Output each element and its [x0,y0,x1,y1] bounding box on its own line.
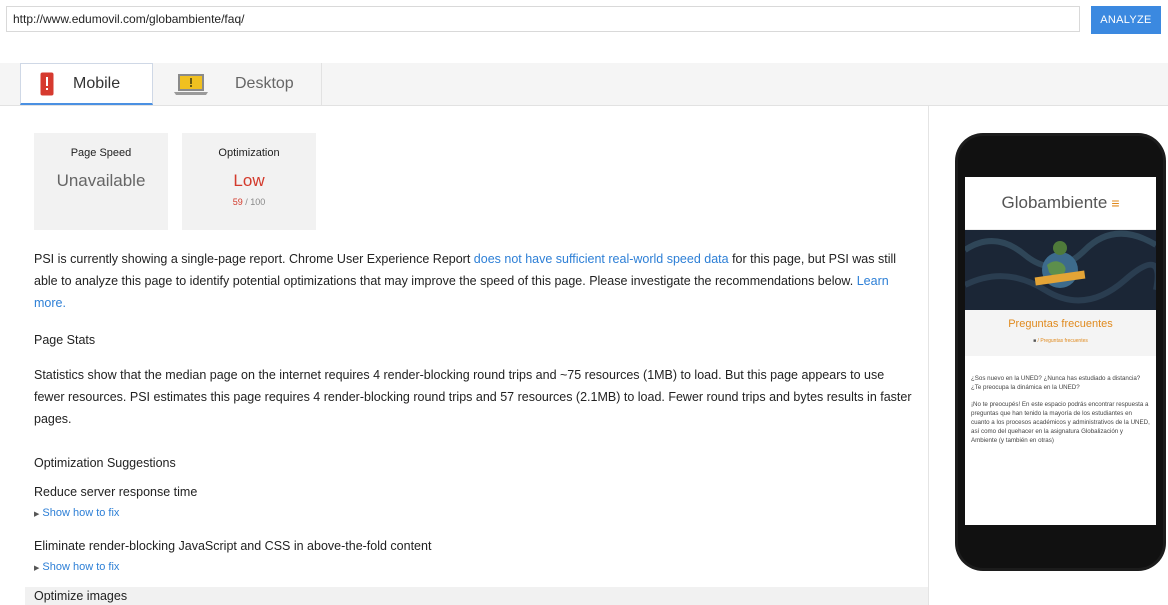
tab-mobile-label: Mobile [73,74,121,92]
device-tabs: Mobile Desktop [0,63,1168,106]
mobile-phone-icon [40,72,54,95]
optimization-score: Optimization Low 59 / 100 [182,133,316,230]
preview-paragraph-1: ¿Sos nuevo en la UNED? ¿Nunca has estudi… [971,375,1141,391]
home-icon: ■ [1033,338,1037,344]
page-stats-heading: Page Stats [34,333,96,347]
page-speed-score: Page Speed Unavailable [34,133,168,230]
optimization-score-number: 59 / 100 [232,197,266,207]
show-how-to-fix-link[interactable]: ▶ Show how to fix [34,507,119,519]
optimization-title: Optimization [218,147,280,159]
preview-title-band: Preguntas frecuentes ■ / Preguntas frecu… [965,310,1156,356]
preview-breadcrumb: ■ / Preguntas frecuentes [1033,338,1088,344]
suggestion-render-blocking[interactable]: Eliminate render-blocking JavaScript and… [34,539,431,553]
preview-screen: Globambiente ≡ Preguntas frecuentes ■ / … [965,177,1156,525]
crux-link[interactable]: does not have sufficient real-world spee… [474,252,729,266]
page-speed-title: Page Speed [70,147,132,159]
triangle-right-icon: ▶ [34,511,40,518]
preview-paragraph-2: ¡No te preocupés! En este espacio podrás… [971,401,1150,444]
preview-hero-image [965,230,1156,310]
tab-desktop[interactable]: Desktop [153,63,322,105]
preview-header: Globambiente ≡ [965,177,1156,230]
tab-desktop-label: Desktop [235,75,294,92]
optimization-suggestions-heading: Optimization Suggestions [34,456,176,470]
tab-mobile[interactable]: Mobile [20,63,153,105]
triangle-right-icon: ▶ [34,565,40,572]
suggestion-server-response[interactable]: Reduce server response time [34,485,197,499]
panel-divider [928,106,929,605]
optimization-value: Low [233,171,265,190]
preview-logo: Globambiente [1001,193,1108,212]
analyze-button[interactable]: ANALYZE [1091,6,1161,34]
page-speed-value: Unavailable [56,171,146,190]
menu-icon: ≡ [1111,195,1120,211]
show-how-to-fix-link[interactable]: ▶ Show how to fix [34,561,119,573]
intro-paragraph: PSI is currently showing a single-page r… [34,252,897,310]
laptop-icon [174,74,208,95]
page-stats-text: Statistics show that the median page on … [34,368,912,426]
mobile-preview: Globambiente ≡ Preguntas frecuentes ■ / … [955,133,1166,571]
url-bar[interactable] [6,6,1080,32]
suggestion-optimize-images[interactable]: Optimize images [25,587,929,605]
url-input[interactable] [7,7,1079,31]
preview-faq-title: Preguntas frecuentes [1008,318,1113,330]
